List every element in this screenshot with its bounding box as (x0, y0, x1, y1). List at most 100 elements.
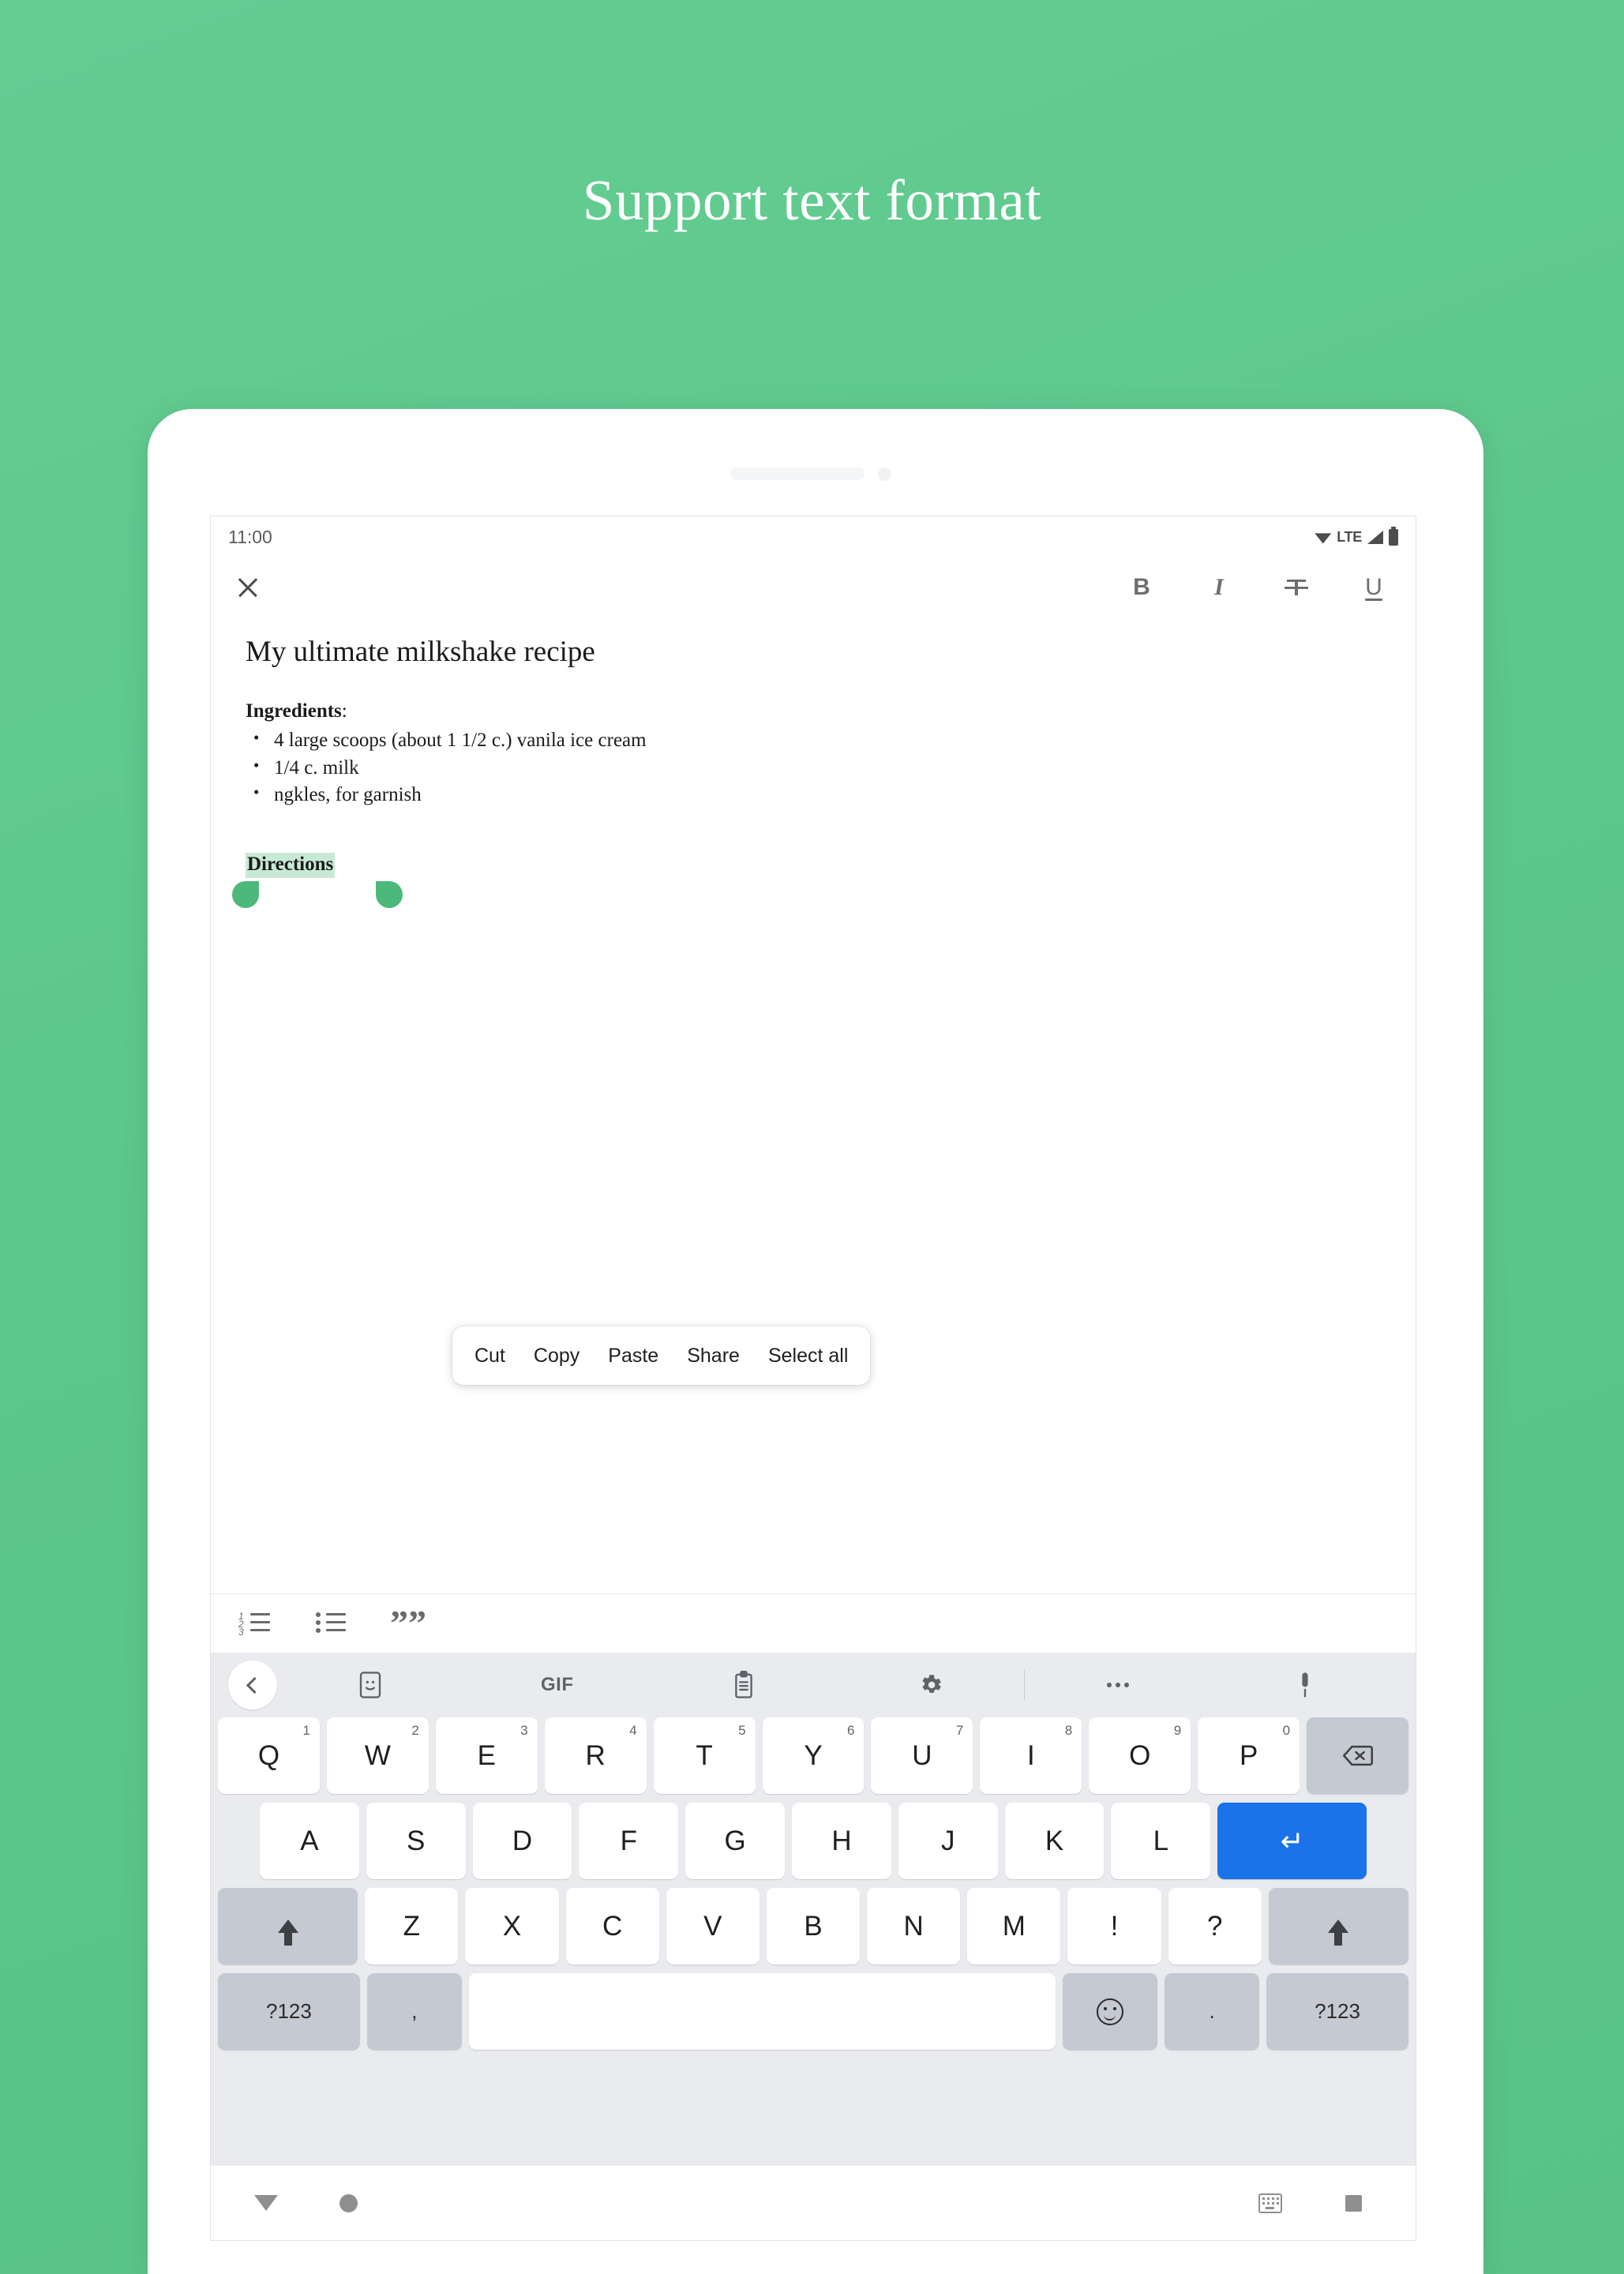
ingredients-heading-text: Ingredients (246, 700, 342, 722)
key-k[interactable]: K (1004, 1803, 1105, 1879)
bulleted-list-icon[interactable] (314, 1611, 346, 1636)
key-u[interactable]: 7U (871, 1717, 973, 1794)
key-n[interactable]: N (867, 1888, 961, 1964)
key-y[interactable]: 6Y (762, 1717, 865, 1794)
key-p[interactable]: 0P (1198, 1717, 1300, 1794)
home-icon[interactable] (339, 2193, 358, 2212)
clipboard-icon[interactable] (651, 1671, 838, 1699)
backspace-icon (1342, 1745, 1373, 1766)
key-r[interactable]: 4R (544, 1717, 647, 1794)
gear-icon[interactable] (838, 1672, 1025, 1698)
emoji-key[interactable] (1063, 1973, 1158, 2050)
symbols-key-right[interactable]: ?123 (1266, 1973, 1408, 2050)
blockquote-icon[interactable]: ”” (390, 1605, 426, 1642)
microphone-icon[interactable] (1212, 1671, 1399, 1699)
key-a[interactable]: A (259, 1803, 359, 1879)
battery-icon (1389, 527, 1398, 546)
key-v[interactable]: V (666, 1888, 759, 1964)
editor-toolbar: B I U (211, 558, 1416, 617)
text-format-buttons: B I U (1125, 571, 1390, 604)
wifi-icon (1315, 533, 1332, 544)
keyboard-row-3: Z X C V B N M ! ? (217, 1888, 1409, 1964)
keyboard-row-2: A S D F G H J K L ↵ (218, 1803, 1408, 1879)
symbols-key-left[interactable]: ?123 (218, 1973, 360, 2050)
close-icon[interactable] (234, 574, 261, 601)
key-c[interactable]: C (565, 1888, 659, 1964)
status-bar: 11:00 LTE (211, 516, 1416, 558)
list-format-toolbar: 1 2 3 ”” (211, 1593, 1416, 1653)
underline-button[interactable]: U (1357, 571, 1390, 604)
context-menu-item-cut[interactable]: Cut (474, 1345, 505, 1368)
key-b[interactable]: B (766, 1888, 861, 1964)
front-camera-icon (878, 467, 891, 481)
period-key[interactable]: . (1165, 1973, 1260, 2050)
key-question[interactable]: ? (1168, 1888, 1262, 1964)
key-q[interactable]: 1Q (218, 1717, 320, 1794)
key-j[interactable]: J (898, 1803, 998, 1879)
numbered-list-icon[interactable]: 1 2 3 (238, 1611, 270, 1637)
key-z[interactable]: Z (365, 1888, 459, 1964)
hide-keyboard-icon[interactable] (254, 2195, 278, 2211)
list-item[interactable]: 4 large scoops (about 1 1/2 c.) vanila i… (246, 726, 1381, 755)
selection-handle-start[interactable] (232, 880, 259, 908)
note-editor-body[interactable]: My ultimate milkshake recipe Ingredients… (211, 617, 1416, 908)
nav-right-group (1258, 2193, 1416, 2213)
system-navigation-bar (211, 2165, 1416, 2240)
key-w[interactable]: 2W (326, 1717, 429, 1794)
backspace-key[interactable] (1307, 1717, 1408, 1794)
page-title: Support text format (582, 168, 1042, 232)
key-m[interactable]: M (967, 1888, 1061, 1964)
emoji-icon (1097, 1998, 1124, 2025)
speaker-grille (730, 467, 865, 480)
bold-button[interactable]: B (1125, 571, 1158, 604)
strikethrough-button[interactable] (1280, 571, 1313, 604)
key-x[interactable]: X (465, 1888, 559, 1964)
ingredients-heading: Ingredients: (246, 700, 1381, 722)
gif-icon[interactable]: GIF (464, 1674, 651, 1696)
comma-key[interactable]: , (366, 1973, 462, 2050)
nav-left-group (211, 2193, 358, 2212)
directions-heading[interactable]: Directions (246, 852, 336, 878)
key-s[interactable]: S (366, 1803, 466, 1879)
key-i[interactable]: 8I (980, 1717, 1082, 1794)
shift-icon (1328, 1919, 1349, 1946)
key-h[interactable]: H (792, 1803, 891, 1879)
list-item[interactable]: 1/4 c. milk (246, 754, 1381, 782)
key-g[interactable]: G (685, 1803, 786, 1879)
enter-icon: ↵ (1280, 1824, 1304, 1857)
text-selection-context-menu: Cut Copy Paste Share Select all (452, 1326, 871, 1385)
sticker-icon[interactable] (277, 1671, 464, 1699)
key-f[interactable]: F (579, 1803, 679, 1879)
note-title[interactable]: My ultimate milkshake recipe (246, 634, 1381, 670)
keyboard-switch-icon[interactable] (1258, 2193, 1282, 2213)
italic-button[interactable]: I (1202, 571, 1236, 604)
on-screen-keyboard: GIF 1 Q 2 W 3 E 4 R 5 T 6 Y 7 U 8 I 9 O … (211, 1653, 1416, 2165)
space-key[interactable] (468, 1973, 1056, 2050)
more-options-icon[interactable] (1025, 1683, 1212, 1687)
directions-block: Directions (232, 852, 1381, 908)
list-item[interactable]: ngkles, for garnish (246, 781, 1381, 809)
status-indicators: LTE (1315, 527, 1398, 546)
context-menu-item-paste[interactable]: Paste (608, 1345, 658, 1368)
keyboard-row-4: ?123 , . ?123 (218, 1973, 1408, 2050)
keyboard-toolbar: GIF (211, 1653, 1416, 1717)
key-l[interactable]: L (1111, 1803, 1211, 1879)
shift-key-left[interactable] (217, 1888, 358, 1964)
key-o[interactable]: 9O (1089, 1717, 1191, 1794)
device-screen: 11:00 LTE B I U My ultimate milkshake re… (210, 516, 1416, 2241)
key-exclamation[interactable]: ! (1067, 1888, 1161, 1964)
key-e[interactable]: 3E (435, 1717, 538, 1794)
recents-icon[interactable] (1345, 2194, 1362, 2212)
keyboard-key-rows: 1Q 2W 3E 4R 5T 6Y 7U 8I 9O 0P A S D F G … (211, 1717, 1416, 2050)
context-menu-item-select-all[interactable]: Select all (768, 1345, 848, 1368)
selection-handle-end[interactable] (376, 880, 403, 908)
shift-icon (277, 1919, 298, 1946)
key-d[interactable]: D (472, 1803, 572, 1879)
shift-key-right[interactable] (1268, 1888, 1409, 1964)
back-chevron-icon[interactable] (228, 1660, 277, 1709)
ingredients-list: 4 large scoops (about 1 1/2 c.) vanila i… (246, 726, 1381, 809)
key-t[interactable]: 5T (653, 1717, 756, 1794)
enter-key[interactable]: ↵ (1217, 1803, 1367, 1879)
context-menu-item-copy[interactable]: Copy (534, 1345, 579, 1368)
context-menu-item-share[interactable]: Share (687, 1345, 740, 1368)
